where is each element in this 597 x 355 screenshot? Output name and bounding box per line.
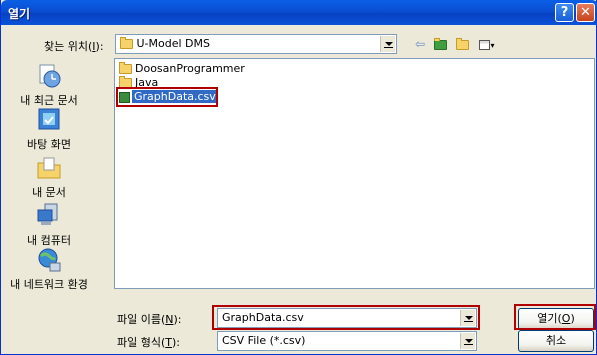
highlight-box-open (514, 304, 596, 330)
lookin-value: U-Model DMS (136, 37, 211, 50)
up-folder-button[interactable] (431, 35, 449, 53)
place-label: 내 문서 (32, 186, 66, 199)
filetype-dropdown[interactable]: CSV File (*.csv) (217, 331, 477, 351)
view-menu-icon (479, 39, 491, 50)
lookin-dropdown[interactable]: U-Model DMS (115, 34, 397, 54)
network-icon (38, 248, 61, 272)
list-item-folder[interactable]: DoosanProgrammer (119, 62, 245, 76)
places-bar: 내 최근 문서 바탕 화면 내 문서 내 컴퓨터 내 네트워크 환경 (5, 60, 93, 292)
folder-icon (119, 62, 132, 74)
open-dialog: 열기 ? ✕ 찾는 위치(I): U-Model DMS ⇦ ▾ 내 최근 문서 (0, 0, 597, 355)
title-bar[interactable]: 열기 ? ✕ (1, 0, 597, 25)
close-button[interactable]: ✕ (576, 3, 595, 22)
view-menu-button[interactable]: ▾ (474, 35, 500, 53)
folder-icon (120, 37, 133, 49)
new-folder-icon (455, 37, 469, 50)
filename-label: 파일 이름(N): (117, 313, 182, 326)
close-icon: ✕ (580, 5, 591, 20)
up-folder-icon (433, 37, 447, 50)
highlight-box-filename (212, 305, 480, 330)
place-desktop[interactable]: 바탕 화면 (5, 106, 93, 152)
place-my-computer[interactable]: 내 컴퓨터 (5, 202, 93, 248)
recent-documents-icon (39, 64, 61, 88)
desktop-icon (38, 108, 60, 130)
new-folder-button[interactable] (453, 35, 471, 53)
chevron-down-icon[interactable] (380, 36, 395, 52)
help-icon: ? (560, 5, 569, 20)
file-name: DoosanProgrammer (135, 62, 245, 75)
filetype-value: CSV File (*.csv) (222, 334, 306, 347)
chevron-down-icon[interactable] (460, 333, 475, 349)
filetype-label: 파일 형식(T): (117, 336, 181, 349)
my-documents-icon (37, 157, 61, 179)
place-label: 바탕 화면 (27, 138, 71, 151)
cancel-button[interactable]: 취소 (518, 330, 594, 352)
my-computer-icon (37, 203, 58, 225)
place-my-documents[interactable]: 내 문서 (5, 154, 93, 200)
highlight-box-file (116, 87, 218, 107)
lookin-label: 찾는 위치(I): (44, 40, 104, 53)
place-network[interactable]: 내 네트워크 환경 (5, 246, 93, 292)
dialog-title: 열기 (8, 7, 31, 21)
help-button[interactable]: ? (555, 3, 574, 22)
back-icon[interactable]: ⇦ (411, 35, 429, 53)
place-recent-documents[interactable]: 내 최근 문서 (5, 62, 93, 108)
place-label: 내 네트워크 환경 (10, 278, 88, 291)
